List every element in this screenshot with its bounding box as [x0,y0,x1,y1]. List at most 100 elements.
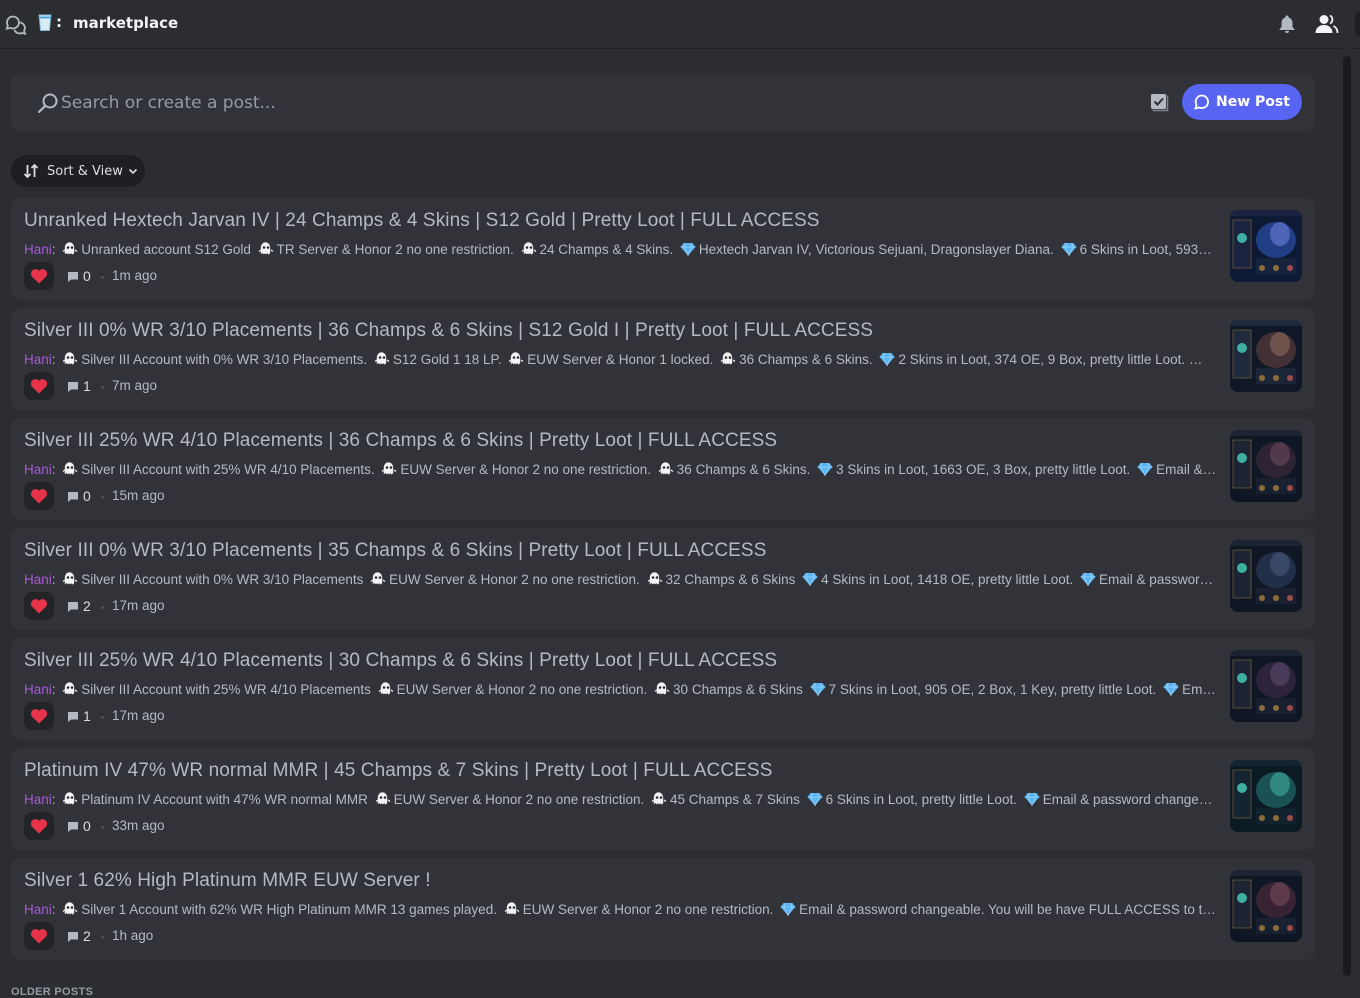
tags-filter-icon[interactable] [1149,92,1169,112]
post-thumbnail[interactable] [1230,210,1302,282]
cup-icon [38,14,52,31]
ghost-emoji-icon [375,791,391,807]
comment-count: 1 [83,708,91,724]
separator-dot [101,716,104,719]
member-list-icon[interactable] [1315,14,1339,34]
post-card[interactable]: Silver III 25% WR 4/10 Placements | 30 C… [11,638,1315,740]
post-author[interactable]: Hani [24,572,52,587]
comment-icon [68,822,78,832]
reaction-button[interactable] [24,702,54,730]
post-card[interactable]: Silver 1 62% High Platinum MMR EUW Serve… [11,858,1315,960]
comment-count: 2 [83,928,91,944]
thumbnail-image [1230,540,1302,612]
post-title[interactable]: Silver III 0% WR 3/10 Placements | 36 Ch… [24,320,1214,342]
post-preview: Hani: Silver III Account with 0% WR 3/10… [24,351,1218,367]
post-thumbnail[interactable] [1230,870,1302,942]
scrollbar[interactable] [1343,48,1351,998]
post-title[interactable]: Silver III 25% WR 4/10 Placements | 36 C… [24,430,1214,452]
separator-dot [101,496,104,499]
preview-segment: Email ... [1182,682,1218,697]
post-card[interactable]: Silver III 25% WR 4/10 Placements | 36 C… [11,418,1315,520]
post-thumbnail[interactable] [1230,540,1302,612]
bell-icon[interactable] [1277,14,1297,34]
post-timestamp: 1m ago [112,268,158,283]
preview-segment: Silver III Account with 0% WR 3/10 Place… [81,572,364,587]
ghost-emoji-icon [62,351,78,367]
post-author[interactable]: Hani [24,682,52,697]
preview-segment: Email & password changeable. You will be… [799,902,1218,917]
post-title[interactable]: Silver III 25% WR 4/10 Placements | 30 C… [24,650,1214,672]
preview-segment: 3 Skins in Loot, 1663 OE, 3 Box, pretty … [836,462,1131,477]
gem-emoji-icon [1137,462,1153,477]
ghost-emoji-icon [62,461,78,477]
channel-header: : marketplace [0,0,1360,49]
comment-icon [68,382,78,392]
gem-emoji-icon [1061,242,1077,257]
heart-icon [30,819,48,834]
reaction-button[interactable] [24,812,54,840]
post-author[interactable]: Hani [24,792,52,807]
ghost-emoji-icon [720,351,736,367]
post-card[interactable]: Unranked Hextech Jarvan IV | 24 Champs &… [11,198,1315,300]
preview-segment: 36 Champs & 6 Skins. [739,352,873,367]
comment-count: 1 [83,378,91,394]
preview-segment: EUW Server & Honor 2 no one restriction. [393,792,645,807]
post-card[interactable]: Platinum IV 47% WR normal MMR | 45 Champ… [11,748,1315,850]
comment-icon [68,712,78,722]
post-thumbnail[interactable] [1230,430,1302,502]
post-author[interactable]: Hani [24,462,52,477]
sort-view-button[interactable]: Sort & View [11,155,145,187]
chevron-down-icon [128,168,137,175]
post-title[interactable]: Platinum IV 47% WR normal MMR | 45 Champ… [24,760,1214,782]
separator-dot [101,386,104,389]
reaction-button[interactable] [24,482,54,510]
preview-segment: 24 Champs & 4 Skins. [539,242,674,257]
search-icon [37,93,58,114]
thumbnail-image [1230,760,1302,832]
reaction-button[interactable] [24,262,54,290]
channel-separator: : [56,13,62,31]
post-author[interactable]: Hani [24,902,52,917]
comment-count: 2 [83,598,91,614]
preview-segment: Email & password c... [1099,572,1218,587]
comment-icon [68,602,78,612]
thumbnail-image [1230,320,1302,392]
gem-emoji-icon [879,352,895,367]
preview-segment: Silver III Account with 25% WR 4/10 Plac… [81,462,375,477]
post-preview: Hani: Silver III Account with 25% WR 4/1… [24,461,1218,477]
heart-icon [30,379,48,394]
post-author[interactable]: Hani [24,352,52,367]
post-card[interactable]: Silver III 0% WR 3/10 Placements | 36 Ch… [11,308,1315,410]
reaction-button[interactable] [24,592,54,620]
preview-segment: 6 Skins in Loot, pretty little Loot. [825,792,1017,807]
search-input[interactable] [59,87,1123,119]
preview-segment: Em... [1211,352,1218,367]
post-preview: Hani: Platinum IV Account with 47% WR no… [24,791,1218,807]
new-post-label: New Post [1216,94,1290,110]
preview-segment: Platinum IV Account with 47% WR normal M… [81,792,368,807]
ghost-emoji-icon [62,681,78,697]
gem-emoji-icon [817,462,833,477]
separator-dot [101,936,104,939]
post-author[interactable]: Hani [24,242,52,257]
thumbnail-image [1230,870,1302,942]
reaction-button[interactable] [24,922,54,950]
post-thumbnail[interactable] [1230,650,1302,722]
gem-emoji-icon [680,242,696,257]
post-title[interactable]: Silver 1 62% High Platinum MMR EUW Serve… [24,870,1214,892]
post-thumbnail[interactable] [1230,760,1302,832]
heart-icon [30,599,48,614]
comment-count: 0 [83,818,91,834]
post-thumbnail[interactable] [1230,320,1302,392]
channel-name: marketplace [73,14,179,32]
comment-icon [68,272,78,282]
preview-segment: EUW Server & Honor 2 no one restriction. [389,572,640,587]
post-title[interactable]: Silver III 0% WR 3/10 Placements | 35 Ch… [24,540,1214,562]
scrollbar-thumb[interactable] [1343,56,1351,976]
heart-icon [30,929,48,944]
post-card[interactable]: Silver III 0% WR 3/10 Placements | 35 Ch… [11,528,1315,630]
post-title[interactable]: Unranked Hextech Jarvan IV | 24 Champs &… [24,210,1214,232]
search-bar: New Post [11,73,1315,131]
reaction-button[interactable] [24,372,54,400]
new-post-button[interactable]: New Post [1182,84,1302,120]
